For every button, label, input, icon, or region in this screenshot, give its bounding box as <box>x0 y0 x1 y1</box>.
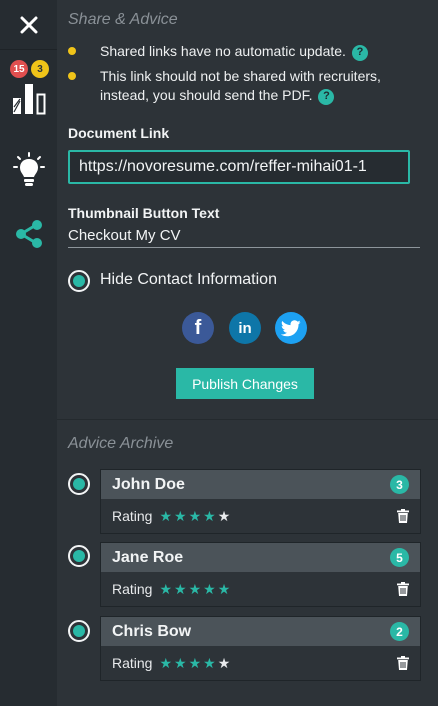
document-link-label: Document Link <box>68 125 170 141</box>
advice-count-badge: 5 <box>390 548 409 567</box>
star-empty-icon: ★ <box>217 508 231 524</box>
star-filled-icon: ★ <box>188 508 202 524</box>
advisor-name: Jane Roe <box>112 548 184 566</box>
trash-icon <box>397 582 409 596</box>
advice-archive-title: Advice Archive <box>68 435 174 452</box>
advice-card-body: Rating ★ ★ ★ ★ ★ <box>101 499 420 533</box>
advice-card-header: John Doe 3 <box>101 470 420 499</box>
star-filled-icon: ★ <box>203 508 216 524</box>
star-rating: ★ ★ ★ ★ ★ <box>159 656 397 670</box>
rating-label: Rating <box>112 508 153 524</box>
delete-button[interactable] <box>397 656 409 670</box>
star-filled-icon: ★ <box>174 655 187 671</box>
sidebar-rail: 15 3 <box>0 0 57 706</box>
thumbnail-text-input[interactable] <box>68 224 420 248</box>
thumbnail-text-label: Thumbnail Button Text <box>68 205 220 221</box>
advice-card[interactable]: John Doe 3 Rating ★ ★ ★ ★ ★ <box>100 469 421 534</box>
star-filled-icon: ★ <box>174 581 187 597</box>
advice-count-badge: 3 <box>390 475 409 494</box>
star-filled-icon: ★ <box>174 508 187 524</box>
section-divider <box>57 419 438 420</box>
lightbulb-icon <box>12 152 45 186</box>
bullet-dot <box>68 72 76 80</box>
publish-changes-button[interactable]: Publish Changes <box>176 368 314 399</box>
bar-chart-icon <box>12 84 45 115</box>
twitter-icon <box>281 319 301 336</box>
facebook-icon: f <box>194 316 202 339</box>
notification-badge-red: 15 <box>10 60 28 78</box>
advice-card[interactable]: Chris Bow 2 Rating ★ ★ ★ ★ ★ <box>100 616 421 681</box>
advice-card-body: Rating ★ ★ ★ ★ ★ <box>101 646 420 680</box>
advice-card-header: Jane Roe 5 <box>101 543 420 572</box>
star-rating: ★ ★ ★ ★ ★ <box>159 509 397 523</box>
advice-select-radio[interactable] <box>68 620 90 642</box>
trash-icon <box>397 509 409 523</box>
advice-select-radio[interactable] <box>68 473 90 495</box>
trash-icon <box>397 656 409 670</box>
rating-label: Rating <box>112 655 153 671</box>
star-filled-icon: ★ <box>188 581 202 597</box>
sidebar-item-analytics[interactable]: 15 3 <box>0 60 57 120</box>
star-filled-icon: ★ <box>217 581 231 597</box>
share-advice-title: Share & Advice <box>68 11 178 28</box>
delete-button[interactable] <box>397 582 409 596</box>
star-filled-icon: ★ <box>203 581 216 597</box>
advisor-name: Chris Bow <box>112 622 192 640</box>
delete-button[interactable] <box>397 509 409 523</box>
twitter-share-button[interactable] <box>275 312 307 344</box>
share-advice-panel: Share & Advice Shared links have no auto… <box>57 0 438 706</box>
share-icon <box>15 220 42 248</box>
document-link-input[interactable] <box>68 150 410 184</box>
hide-contact-label: Hide Contact Information <box>100 271 277 288</box>
advice-select-radio[interactable] <box>68 545 90 567</box>
notification-badge-yellow: 3 <box>31 60 49 78</box>
advice-card[interactable]: Jane Roe 5 Rating ★ ★ ★ ★ ★ <box>100 542 421 607</box>
help-icon[interactable]: ? <box>318 88 335 105</box>
star-rating: ★ ★ ★ ★ ★ <box>159 582 397 596</box>
rating-label: Rating <box>112 581 153 597</box>
advice-card-header: Chris Bow 2 <box>101 617 420 646</box>
sidebar-item-share[interactable] <box>0 204 57 264</box>
advice-card-body: Rating ★ ★ ★ ★ ★ <box>101 572 420 606</box>
note-text: This link should not be shared with recr… <box>100 68 381 105</box>
sidebar-item-advice[interactable] <box>0 141 57 201</box>
note-item: Shared links have no automatic update.? <box>68 42 428 61</box>
help-icon[interactable]: ? <box>351 44 368 61</box>
radio-selected-dot <box>73 275 85 287</box>
note-item: This link should not be shared with recr… <box>68 67 428 105</box>
radio-selected-dot <box>73 550 85 562</box>
star-filled-icon: ★ <box>188 655 202 671</box>
close-button[interactable] <box>0 0 57 50</box>
facebook-share-button[interactable]: f <box>182 312 214 344</box>
advice-count-badge: 2 <box>390 622 409 641</box>
star-empty-icon: ★ <box>217 655 231 671</box>
radio-selected-dot <box>73 478 85 490</box>
star-filled-icon: ★ <box>203 655 216 671</box>
star-filled-icon: ★ <box>159 581 173 597</box>
radio-selected-dot <box>73 625 85 637</box>
star-filled-icon: ★ <box>159 508 173 524</box>
star-filled-icon: ★ <box>159 655 173 671</box>
note-text: Shared links have no automatic update.? <box>100 42 368 61</box>
bullet-dot <box>68 47 76 55</box>
advisor-name: John Doe <box>112 475 185 493</box>
linkedin-icon: in <box>238 319 252 337</box>
close-icon <box>20 16 37 33</box>
linkedin-share-button[interactable]: in <box>229 312 261 344</box>
hide-contact-radio[interactable] <box>68 270 90 292</box>
